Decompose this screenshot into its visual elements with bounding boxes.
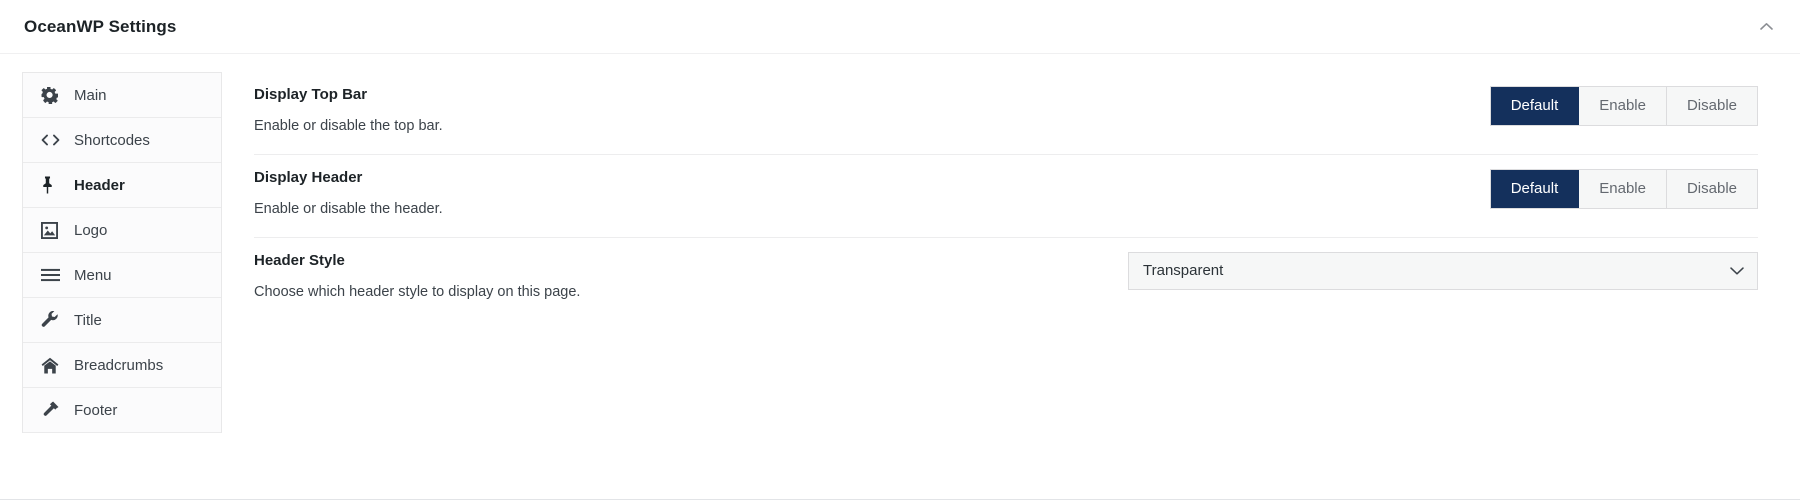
sidebar-item-label: Menu <box>74 266 112 284</box>
sidebar-item-label: Title <box>74 311 102 329</box>
header-style-selected-value: Transparent <box>1143 262 1224 280</box>
pin-icon <box>41 175 63 195</box>
chevron-down-icon <box>1730 266 1744 275</box>
field-title: Header Style <box>254 251 345 269</box>
code-icon <box>41 130 63 150</box>
display-header-button-group: Default Enable Disable <box>1489 168 1758 209</box>
home-icon <box>41 355 63 375</box>
field-control: Transparent <box>1128 250 1758 290</box>
field-title: Display Header <box>254 168 363 186</box>
header-style-select[interactable]: Transparent <box>1128 251 1758 290</box>
sidebar-item-label: Logo <box>74 221 108 239</box>
sidebar-item-label: Main <box>74 86 107 104</box>
sidebar-item-footer[interactable]: Footer <box>23 388 221 433</box>
field-control: Default Enable Disable <box>1489 84 1758 126</box>
sidebar-item-label: Footer <box>74 401 118 419</box>
settings-sidebar: Main Shortcodes Header Logo Menu Title B… <box>22 72 222 433</box>
display-top-bar-option-enable[interactable]: Enable <box>1579 87 1667 125</box>
settings-panel: Display Top Bar Enable or disable the to… <box>254 72 1758 320</box>
sidebar-item-shortcodes[interactable]: Shortcodes <box>23 118 221 163</box>
display-top-bar-option-disable[interactable]: Disable <box>1666 87 1757 125</box>
hamburger-icon <box>41 265 63 285</box>
field-row-header-style: Header Style Choose which header style t… <box>254 238 1758 320</box>
field-description: Enable or disable the top bar. <box>254 118 443 134</box>
sidebar-item-menu[interactable]: Menu <box>23 253 221 298</box>
field-control: Default Enable Disable <box>1489 167 1758 209</box>
display-header-option-default[interactable]: Default <box>1490 169 1580 208</box>
field-description: Enable or disable the header. <box>254 200 443 217</box>
sidebar-item-logo[interactable]: Logo <box>23 208 221 253</box>
field-info: Display Header Enable or disable the hea… <box>254 167 443 219</box>
image-icon <box>41 220 63 240</box>
field-row-display-header: Display Header Enable or disable the hea… <box>254 155 1758 238</box>
chevron-up-icon <box>1759 22 1773 31</box>
field-info: Display Top Bar Enable or disable the to… <box>254 84 443 136</box>
display-top-bar-option-default[interactable]: Default <box>1490 87 1580 125</box>
sidebar-item-label: Breadcrumbs <box>74 356 164 374</box>
wrench-icon <box>41 310 63 330</box>
sidebar-item-header[interactable]: Header <box>23 163 221 208</box>
metabox-body: Main Shortcodes Header Logo Menu Title B… <box>0 54 1800 433</box>
field-info: Header Style Choose which header style t… <box>254 250 580 302</box>
sidebar-item-main[interactable]: Main <box>23 73 221 118</box>
display-top-bar-button-group: Default Enable Disable <box>1489 86 1758 126</box>
field-title: Display Top Bar <box>254 86 368 103</box>
field-description: Choose which header style to display on … <box>254 283 581 300</box>
collapse-toggle-button[interactable] <box>1752 13 1780 41</box>
display-header-option-disable[interactable]: Disable <box>1666 169 1757 208</box>
sidebar-item-breadcrumbs[interactable]: Breadcrumbs <box>23 343 221 388</box>
sidebar-item-title[interactable]: Title <box>23 298 221 343</box>
sidebar-item-label: Shortcodes <box>74 131 150 149</box>
page-title: OceanWP Settings <box>24 16 177 36</box>
field-row-display-top-bar: Display Top Bar Enable or disable the to… <box>254 72 1758 155</box>
gear-icon <box>41 85 63 105</box>
hammer-icon <box>41 400 63 420</box>
oceanwp-settings-metabox: OceanWP Settings Main Shortcodes Header … <box>0 0 1800 500</box>
metabox-header: OceanWP Settings <box>0 0 1800 54</box>
sidebar-item-label: Header <box>74 176 125 194</box>
display-header-option-enable[interactable]: Enable <box>1579 169 1667 208</box>
